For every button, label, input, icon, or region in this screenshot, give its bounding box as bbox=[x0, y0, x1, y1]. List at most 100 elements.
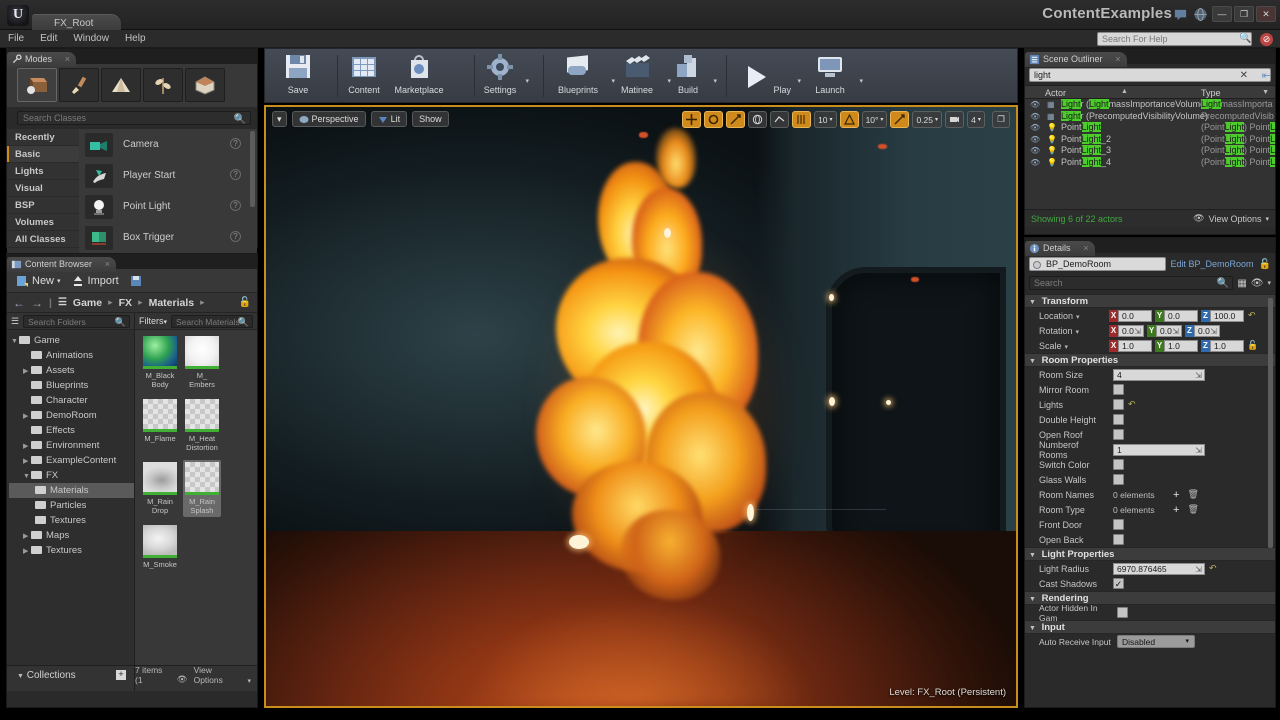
landscape-mode-icon[interactable] bbox=[101, 68, 141, 102]
list-item[interactable]: Camera ? bbox=[79, 129, 257, 160]
asset-tile[interactable]: M_Black Body bbox=[141, 334, 179, 391]
chevron-down-icon[interactable]: ▾ bbox=[1267, 279, 1271, 287]
tree-node-demoroom[interactable]: ▶ DemoRoom bbox=[9, 408, 134, 423]
actor-hidden-in-game-checkbox[interactable] bbox=[1117, 607, 1128, 618]
front-door-checkbox[interactable] bbox=[1113, 519, 1124, 530]
category-basic[interactable]: Basic bbox=[7, 146, 79, 163]
visibility-icon[interactable]: 👁 bbox=[1030, 135, 1040, 144]
close-icon[interactable]: × bbox=[1115, 52, 1120, 67]
tree-node-particles[interactable]: Particles bbox=[9, 498, 134, 513]
close-icon[interactable]: × bbox=[105, 257, 110, 272]
placeable-list-scrollbar[interactable] bbox=[250, 131, 255, 208]
collections-section[interactable]: ▼ Collections + bbox=[7, 665, 135, 691]
location-z-input[interactable]: 100.0 bbox=[1210, 309, 1244, 322]
details-scrollbar[interactable] bbox=[1268, 298, 1273, 548]
auto-receive-input-dropdown[interactable]: Disabled ▾ bbox=[1117, 635, 1195, 648]
asset-tile[interactable]: M_Smoke bbox=[141, 523, 179, 571]
tree-node-effects[interactable]: Effects bbox=[9, 423, 134, 438]
place-mode-icon[interactable] bbox=[17, 68, 57, 102]
tab-scene-outliner[interactable]: Scene Outliner × bbox=[1025, 52, 1127, 67]
table-row[interactable]: 👁 ▦ Lightr (LightmassImportanceVolume) L… bbox=[1025, 99, 1275, 111]
marketplace-button[interactable]: Marketplace bbox=[387, 52, 451, 97]
minimize-button[interactable]: — bbox=[1212, 6, 1232, 22]
rotation-z-input[interactable]: 0.0 ⇲ bbox=[1194, 324, 1220, 337]
scale-x-input[interactable]: 1.0 bbox=[1118, 339, 1152, 352]
forward-button[interactable]: → bbox=[31, 296, 43, 310]
maximize-button[interactable]: ❐ bbox=[1234, 6, 1254, 22]
scale-z-input[interactable]: 1.0 bbox=[1210, 339, 1244, 352]
trash-icon[interactable]: 🗑 bbox=[1187, 504, 1198, 515]
tree-view-icon[interactable]: ☰ bbox=[11, 316, 19, 327]
asset-tile[interactable]: M_Flame bbox=[141, 397, 179, 454]
outliner-view-options-button[interactable]: 👁 View Options ▾ bbox=[1193, 213, 1269, 224]
search-materials-input[interactable]: Search Materials 🔍 bbox=[171, 314, 253, 328]
tree-node-character[interactable]: Character bbox=[9, 393, 134, 408]
visibility-icon[interactable]: 👁 bbox=[1030, 100, 1040, 109]
tree-node-blueprints[interactable]: Blueprints bbox=[9, 378, 134, 393]
table-row[interactable]: 👁 💡 PointLight_4 (PointLight) PointLight bbox=[1025, 156, 1275, 169]
chevron-down-icon[interactable]: ▼ bbox=[11, 334, 19, 349]
grid-snap-toggle[interactable] bbox=[792, 111, 812, 128]
tab-details[interactable]: Details × bbox=[1025, 241, 1095, 256]
asset-tile[interactable]: M_Rain Drop bbox=[141, 460, 179, 517]
tab-modes[interactable]: Modes × bbox=[7, 52, 77, 67]
ue-logo-icon[interactable]: U bbox=[7, 5, 29, 26]
view-options-button[interactable]: View Options bbox=[194, 665, 242, 685]
revert-icon[interactable]: ↶ bbox=[1248, 310, 1256, 321]
asset-tile[interactable]: M_Rain Splash bbox=[183, 460, 221, 517]
location-y-input[interactable]: 0.0 bbox=[1164, 309, 1198, 322]
chevron-right-icon[interactable]: ▶ bbox=[23, 544, 31, 559]
menu-item-window[interactable]: Window bbox=[65, 30, 117, 48]
viewport-menu-button[interactable]: ▾ bbox=[272, 111, 287, 127]
section-transform[interactable]: ▼ Transform bbox=[1025, 294, 1275, 308]
lock-icon[interactable]: 🔓 bbox=[1259, 259, 1271, 270]
chevron-down-icon[interactable]: ▼ bbox=[1262, 89, 1269, 96]
document-tab[interactable]: FX_Root bbox=[32, 14, 122, 31]
tree-node-textures[interactable]: ▶ Textures bbox=[9, 543, 134, 558]
rotation-x-input[interactable]: 0.0 ⇲ bbox=[1118, 324, 1144, 337]
actor-name-field[interactable]: BP_DemoRoom bbox=[1029, 257, 1166, 271]
breadcrumb-fx[interactable]: FX bbox=[119, 297, 132, 309]
help-search-input[interactable]: Search For Help bbox=[1097, 32, 1252, 46]
chevron-right-icon[interactable]: ▶ bbox=[23, 439, 31, 454]
menu-item-help[interactable]: Help bbox=[117, 30, 154, 48]
help-icon[interactable]: ? bbox=[230, 138, 241, 149]
chevron-down-icon[interactable]: ▼ bbox=[23, 469, 31, 484]
help-icon[interactable]: ? bbox=[230, 169, 241, 180]
location-x-input[interactable]: 0.0 bbox=[1118, 309, 1152, 322]
new-asset-button[interactable]: New ▾ bbox=[15, 274, 61, 288]
switch-color-checkbox[interactable] bbox=[1113, 459, 1124, 470]
close-icon[interactable]: × bbox=[65, 52, 70, 67]
scale-lock-icon[interactable]: 🔓 bbox=[1247, 340, 1258, 351]
light-radius-input[interactable]: 6970.876465 ⇲ bbox=[1113, 562, 1205, 575]
open-back-checkbox[interactable] bbox=[1113, 534, 1124, 545]
tree-node-maps[interactable]: ▶ Maps bbox=[9, 528, 134, 543]
content-button[interactable]: Content bbox=[341, 52, 387, 97]
pin-icon[interactable]: ⇤ bbox=[1262, 69, 1271, 82]
scale-snap-toggle[interactable] bbox=[890, 111, 910, 128]
surface-snap-button[interactable] bbox=[770, 111, 790, 128]
feedback-icon[interactable] bbox=[1173, 7, 1188, 22]
chevron-right-icon[interactable]: ▶ bbox=[23, 364, 31, 379]
tree-node-fx-textures[interactable]: Textures bbox=[9, 513, 134, 528]
room-size-input[interactable]: 4 ⇲ bbox=[1113, 368, 1205, 381]
lock-icon[interactable]: 🔓 bbox=[239, 297, 251, 308]
glass-walls-checkbox[interactable] bbox=[1113, 474, 1124, 485]
category-bsp[interactable]: BSP bbox=[7, 197, 79, 214]
save-all-button[interactable] bbox=[129, 274, 143, 288]
help-icon[interactable]: ? bbox=[230, 231, 241, 242]
outliner-search-input[interactable]: light ✕ bbox=[1029, 68, 1271, 82]
open-roof-checkbox[interactable] bbox=[1113, 429, 1124, 440]
section-light-properties[interactable]: ▼ Light Properties bbox=[1025, 547, 1275, 561]
add-icon[interactable]: + bbox=[1173, 504, 1179, 516]
visibility-icon[interactable]: 👁 bbox=[1030, 123, 1040, 132]
close-button[interactable]: ✕ bbox=[1256, 6, 1276, 22]
viewport-show-button[interactable]: Show bbox=[412, 111, 449, 127]
table-row[interactable]: 👁 💡 PointLight (PointLight) PointLight bbox=[1025, 122, 1275, 134]
grid-snap-value[interactable]: 10 ▾ bbox=[814, 111, 837, 128]
viewport-viewmode-button[interactable]: Lit bbox=[370, 111, 408, 127]
chevron-right-icon[interactable]: ▶ bbox=[23, 529, 31, 544]
globe-icon[interactable] bbox=[1193, 7, 1208, 22]
visibility-icon[interactable]: 👁 bbox=[1030, 146, 1040, 155]
build-button[interactable]: Build ▾ bbox=[665, 52, 717, 97]
